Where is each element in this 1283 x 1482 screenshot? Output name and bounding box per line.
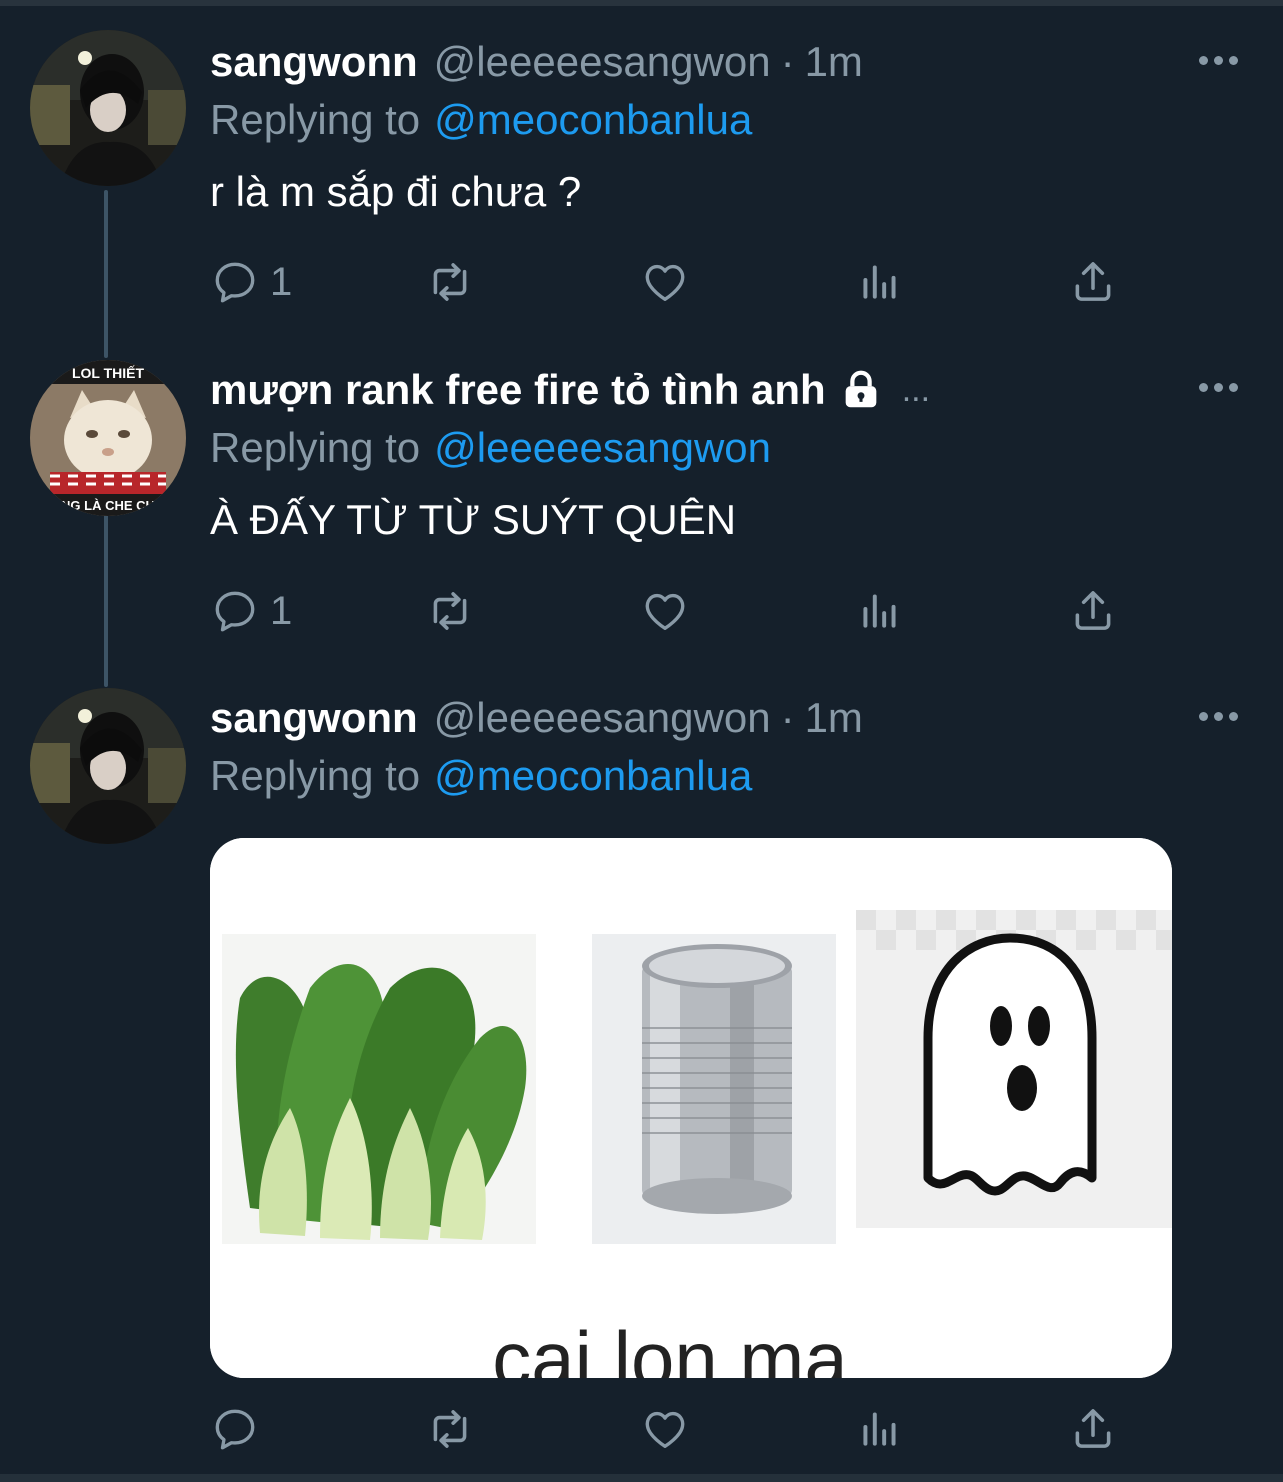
heart-icon [645, 593, 685, 630]
share-icon [1075, 262, 1111, 301]
tweet-header: sangwonn @leeeeesangwon · 1m [210, 30, 863, 94]
tweet[interactable]: LOL THIẾT NG LÀ CHE CH mượn rank free fi… [0, 358, 1283, 658]
more-options-icon[interactable] [1197, 707, 1241, 727]
heart-icon [645, 264, 685, 301]
tweet-text: r là m sắp đi chưa ? [210, 168, 582, 215]
replying-to: Replying to @leeeeesangwon [210, 416, 771, 480]
svg-text:LOL THIẾT: LOL THIẾT [72, 365, 145, 381]
avatar[interactable] [30, 688, 186, 844]
avatar[interactable]: LOL THIẾT NG LÀ CHE CH [30, 360, 186, 516]
display-name[interactable]: sangwonn [210, 30, 418, 94]
analytics-button[interactable] [855, 252, 905, 312]
display-name[interactable]: sangwonn [210, 686, 418, 750]
avatar[interactable] [30, 30, 186, 186]
analytics-icon [863, 265, 896, 299]
user-handle[interactable]: @leeeeesangwon [434, 30, 771, 94]
reply-button[interactable] [210, 1399, 270, 1459]
share-icon [1075, 1409, 1111, 1448]
analytics-button[interactable] [855, 581, 905, 641]
meme-caption: cai lon ma [492, 1315, 848, 1378]
retweet-icon [433, 1410, 467, 1448]
reply-icon [215, 1409, 255, 1450]
display-name[interactable]: mượn rank free fire tỏ tình anh [210, 358, 826, 422]
reply-count: 1 [270, 259, 293, 304]
share-button[interactable] [1068, 581, 1118, 641]
share-button[interactable] [1068, 1399, 1118, 1459]
retweet-button[interactable] [425, 1399, 485, 1459]
meme-image: cai lon ma [210, 838, 1172, 1378]
mention-link[interactable]: @meoconbanlua [434, 96, 752, 143]
svg-text:NG LÀ CHE CH: NG LÀ CHE CH [61, 498, 155, 513]
separator-dot: · [780, 694, 795, 741]
share-button[interactable] [1068, 252, 1118, 312]
share-icon [1075, 591, 1111, 630]
tweet-text: À ĐẤY TỪ TỪ SUÝT QUÊN [210, 496, 737, 543]
retweet-button[interactable] [425, 581, 485, 641]
timestamp[interactable]: 1m [805, 30, 863, 94]
mention-link[interactable]: @leeeeesangwon [434, 424, 771, 471]
more-options-icon[interactable] [1197, 378, 1241, 398]
tweet-media-image[interactable]: cai lon ma [210, 838, 1172, 1378]
user-handle[interactable]: @leeeeesangwon [434, 686, 771, 750]
lock-icon [845, 370, 877, 408]
more-options-icon[interactable] [1197, 51, 1241, 71]
heart-icon [645, 1411, 685, 1448]
replying-to-label: Replying to [210, 752, 421, 799]
tweet[interactable]: sangwonn @leeeeesangwon · 1m Replying to… [0, 686, 1283, 1466]
bok-choy-image [222, 934, 536, 1244]
like-button[interactable] [640, 1399, 700, 1459]
replying-to-label: Replying to [210, 96, 421, 143]
mention-link[interactable]: @meoconbanlua [434, 752, 752, 799]
retweet-icon [433, 592, 467, 630]
ghost-emoji-image [856, 910, 1172, 1228]
tweet-actions: 1 [210, 581, 1130, 641]
avatar-photo-person [30, 688, 186, 844]
reply-icon [215, 262, 255, 303]
top-divider [0, 0, 1283, 6]
replying-to: Replying to @meoconbanlua [210, 744, 752, 808]
reply-button[interactable]: 1 [210, 581, 292, 641]
avatar-cat-meme: LOL THIẾT NG LÀ CHE CH [30, 360, 186, 516]
retweet-button[interactable] [425, 252, 485, 312]
retweet-icon [433, 263, 467, 301]
reply-count: 1 [270, 588, 293, 633]
tweet-actions [210, 1399, 1130, 1459]
separator-dot: · [780, 38, 795, 85]
tweet-header: mượn rank free fire tỏ tình anh ... [210, 358, 930, 422]
like-button[interactable] [640, 581, 700, 641]
reply-icon [215, 591, 255, 632]
analytics-icon [863, 594, 896, 628]
tweet[interactable]: sangwonn @leeeeesangwon · 1m Replying to… [0, 30, 1283, 330]
like-button[interactable] [640, 252, 700, 312]
timestamp[interactable]: 1m [805, 686, 863, 750]
analytics-button[interactable] [855, 1399, 905, 1459]
analytics-icon [863, 1412, 896, 1446]
tin-can-image [592, 934, 836, 1244]
replying-to: Replying to @meoconbanlua [210, 88, 752, 152]
avatar-photo-person [30, 30, 186, 186]
reply-button[interactable]: 1 [210, 252, 292, 312]
bottom-divider [0, 1474, 1283, 1482]
tweet-header: sangwonn @leeeeesangwon · 1m [210, 686, 863, 750]
tweet-actions: 1 [210, 252, 1130, 312]
replying-to-label: Replying to [210, 424, 421, 471]
name-truncation: ... [901, 371, 931, 409]
